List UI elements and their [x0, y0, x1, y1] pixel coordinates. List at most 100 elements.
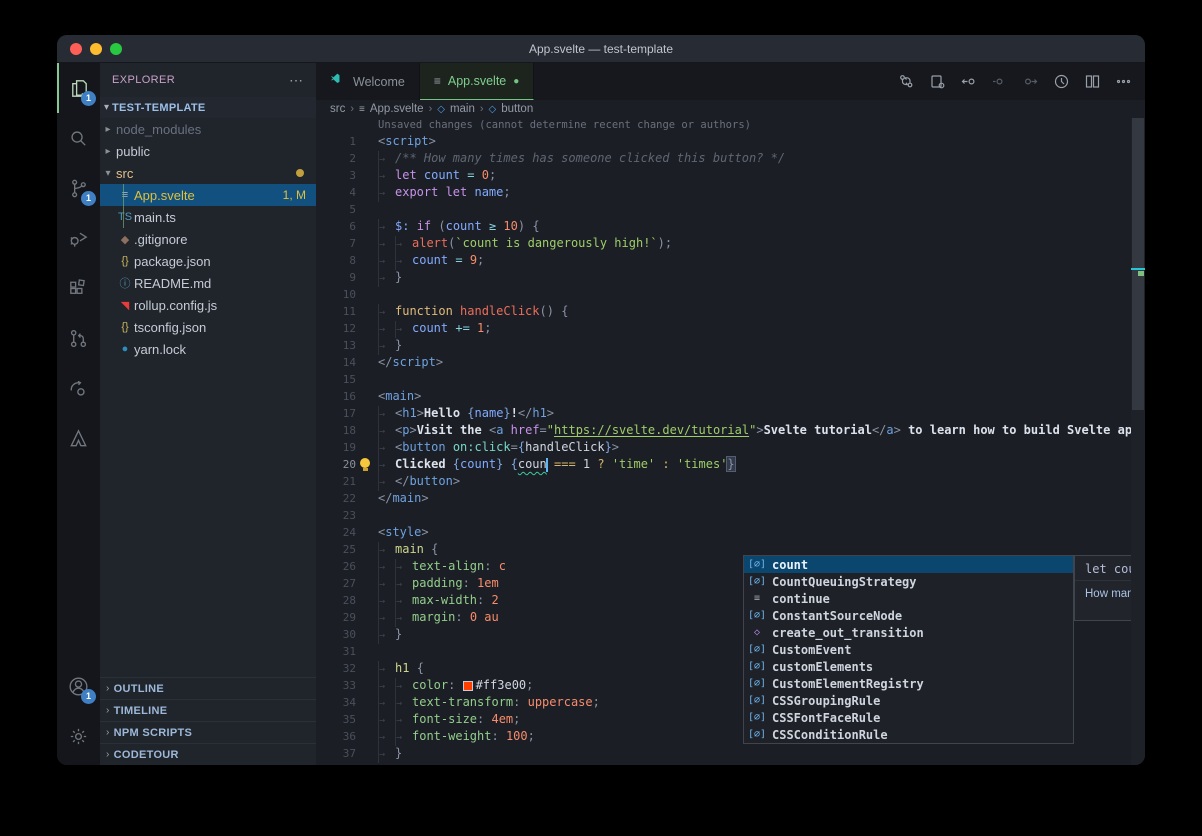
- tab-welcome[interactable]: Welcome: [316, 63, 420, 100]
- suggest-item-create_out_transition[interactable]: ◇create_out_transition: [744, 624, 1073, 641]
- breadcrumb[interactable]: src›≡App.svelte›◇main›◇button: [316, 100, 1145, 118]
- code-line-6[interactable]: 6→$: if (count ≥ 10) {: [316, 218, 1131, 235]
- file-history-icon[interactable]: [1046, 69, 1077, 95]
- compare-changes-icon[interactable]: [891, 69, 922, 95]
- scrollbar-slider[interactable]: [1132, 118, 1144, 410]
- file-row-README.md[interactable]: ⓘREADME.md: [100, 272, 316, 294]
- split-editor-icon[interactable]: [1077, 69, 1108, 95]
- section-timeline[interactable]: ›TIMELINE: [100, 699, 316, 721]
- breadcrumb-item-src[interactable]: src: [330, 103, 345, 115]
- file-row-public[interactable]: ▸public: [100, 140, 316, 162]
- suggest-item-CSSGroupingRule[interactable]: [∅]CSSGroupingRule: [744, 692, 1073, 709]
- line-content: →<h1>Hello {name}!</h1>: [356, 405, 1131, 422]
- code-line-24[interactable]: 24<style>: [316, 524, 1131, 541]
- activity-run-debug-button[interactable]: [57, 213, 100, 263]
- breadcrumb-item-app.svelte[interactable]: App.svelte: [370, 103, 424, 115]
- code-line-9[interactable]: 9→}: [316, 269, 1131, 286]
- suggest-item-ConstantSourceNode[interactable]: [∅]ConstantSourceNode: [744, 607, 1073, 624]
- suggest-item-continue[interactable]: ≡continue: [744, 590, 1073, 607]
- chevron-right-icon: ›: [106, 749, 110, 760]
- activity-extensions-button[interactable]: [57, 263, 100, 313]
- code-line-22[interactable]: 22</main>: [316, 490, 1131, 507]
- code-line-16[interactable]: 16<main>: [316, 388, 1131, 405]
- activity-settings-button[interactable]: [57, 711, 100, 761]
- code-line-1[interactable]: 1<script>: [316, 133, 1131, 150]
- activity-github-pull-requests-button[interactable]: [57, 313, 100, 363]
- project-section-header[interactable]: ▾ TEST-TEMPLATE: [100, 97, 316, 118]
- file-row-node_modules[interactable]: ▸node_modules: [100, 118, 316, 140]
- suggest-item-CSSFontFaceRule[interactable]: [∅]CSSFontFaceRule: [744, 709, 1073, 726]
- activity-azure-button[interactable]: [57, 413, 100, 463]
- code-editor[interactable]: Unsaved changes (cannot determine recent…: [316, 118, 1131, 765]
- token: ;: [477, 253, 484, 267]
- code-line-4[interactable]: 4→export let name;: [316, 184, 1131, 201]
- tab-app-svelte[interactable]: ≡App.svelte●: [420, 63, 534, 100]
- code-line-23[interactable]: 23: [316, 507, 1131, 524]
- file-row-src[interactable]: ▾src: [100, 162, 316, 184]
- code-line-15[interactable]: 15: [316, 371, 1131, 388]
- section-npm-scripts[interactable]: ›NPM SCRIPTS: [100, 721, 316, 743]
- previous-change-icon[interactable]: [953, 69, 984, 95]
- suggest-item-CountQueuingStrategy[interactable]: [∅]CountQueuingStrategy: [744, 573, 1073, 590]
- token: margin: [412, 610, 455, 624]
- code-line-8[interactable]: 8→→count = 9;: [316, 252, 1131, 269]
- lightbulb-icon[interactable]: [360, 458, 370, 471]
- window-title: App.svelte — test-template: [57, 35, 1145, 63]
- code-line-11[interactable]: 11→function handleClick() {: [316, 303, 1131, 320]
- code-line-37[interactable]: 37→}: [316, 745, 1131, 762]
- file-label: .gitignore: [134, 232, 316, 247]
- activity-search-button[interactable]: [57, 113, 100, 163]
- suggest-item-CSSConditionRule[interactable]: [∅]CSSConditionRule: [744, 726, 1073, 743]
- activity-source-control-button[interactable]: 1: [57, 163, 100, 213]
- folder-chevron-icon[interactable]: ▸: [100, 124, 116, 135]
- section-outline[interactable]: ›OUTLINE: [100, 677, 316, 699]
- activity-live-share-button[interactable]: [57, 363, 100, 413]
- token: =: [467, 168, 481, 182]
- code-line-20[interactable]: 20→Clicked {count} {coun === 1 ? 'time' …: [316, 456, 1131, 473]
- suggest-item-count[interactable]: [∅]count: [744, 556, 1073, 573]
- breadcrumb-item-main[interactable]: main: [450, 103, 475, 115]
- suggest-details: let count: number How many times has som…: [1074, 555, 1131, 621]
- code-line-17[interactable]: 17→<h1>Hello {name}!</h1>: [316, 405, 1131, 422]
- code-line-3[interactable]: 3→let count = 0;: [316, 167, 1131, 184]
- code-line-21[interactable]: 21→</button>: [316, 473, 1131, 490]
- more-actions-icon[interactable]: [1108, 69, 1139, 95]
- code-line-10[interactable]: 10: [316, 286, 1131, 303]
- file-label: public: [116, 144, 316, 159]
- folder-chevron-icon[interactable]: ▾: [100, 168, 116, 179]
- code-line-2[interactable]: 2→/** How many times has someone clicked…: [316, 150, 1131, 167]
- line-number: 24: [316, 524, 356, 541]
- tab-whitespace-icon: →: [378, 270, 395, 287]
- editor-scrollbar[interactable]: [1131, 118, 1145, 765]
- code-line-12[interactable]: 12→→count += 1;: [316, 320, 1131, 337]
- code-line-13[interactable]: 13→}: [316, 337, 1131, 354]
- suggest-item-CustomEvent[interactable]: [∅]CustomEvent: [744, 641, 1073, 658]
- file-row-main.ts[interactable]: TSmain.ts: [100, 206, 316, 228]
- file-row-.gitignore[interactable]: ◆.gitignore: [100, 228, 316, 250]
- suggest-item-CustomElementRegistry[interactable]: [∅]CustomElementRegistry: [744, 675, 1073, 692]
- breadcrumb-item-button[interactable]: button: [501, 103, 533, 115]
- activity-accounts-button[interactable]: 1: [57, 661, 100, 711]
- tab-whitespace-icon: →: [395, 712, 412, 729]
- code-line-18[interactable]: 18→<p>Visit the <a href="https://svelte.…: [316, 422, 1131, 439]
- token: =: [540, 423, 547, 437]
- activity-explorer-button[interactable]: 1: [57, 63, 100, 113]
- more-actions-icon[interactable]: ⋯: [289, 72, 304, 89]
- open-changes-icon[interactable]: [922, 69, 953, 95]
- suggest-label: ConstantSourceNode: [772, 609, 902, 623]
- file-row-App.svelte[interactable]: ≡App.svelte1, M: [100, 184, 316, 206]
- suggest-item-customElements[interactable]: [∅]customElements: [744, 658, 1073, 675]
- file-row-package.json[interactable]: {}package.json: [100, 250, 316, 272]
- code-line-5[interactable]: 5: [316, 201, 1131, 218]
- titlebar[interactable]: App.svelte — test-template: [57, 35, 1145, 63]
- file-row-yarn.lock[interactable]: ●yarn.lock: [100, 338, 316, 360]
- codelens-unsaved-changes[interactable]: Unsaved changes (cannot determine recent…: [316, 118, 1131, 133]
- folder-chevron-icon[interactable]: ▸: [100, 146, 116, 157]
- code-line-7[interactable]: 7→→alert(`count is dangerously high!`);: [316, 235, 1131, 252]
- editor-group: Welcome≡App.svelte● src›≡App.svelte›◇mai…: [316, 63, 1145, 765]
- section-codetour[interactable]: ›CODETOUR: [100, 743, 316, 765]
- code-line-14[interactable]: 14</script>: [316, 354, 1131, 371]
- file-row-rollup.config.js[interactable]: ◥rollup.config.js: [100, 294, 316, 316]
- code-line-19[interactable]: 19→<button on:click={handleClick}>: [316, 439, 1131, 456]
- file-row-tsconfig.json[interactable]: {}tsconfig.json: [100, 316, 316, 338]
